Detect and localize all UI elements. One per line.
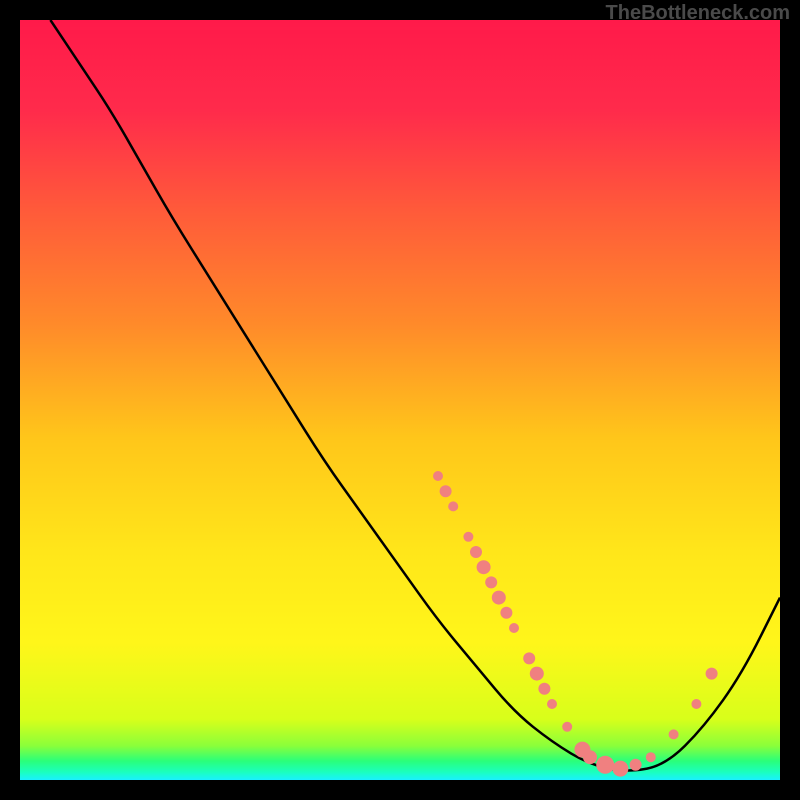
bottleneck-curve bbox=[50, 20, 780, 771]
curve-layer bbox=[20, 20, 780, 780]
data-point bbox=[477, 560, 491, 574]
data-point bbox=[530, 667, 544, 681]
data-points-group bbox=[433, 471, 718, 777]
data-point bbox=[440, 485, 452, 497]
data-point bbox=[583, 750, 597, 764]
data-point bbox=[547, 699, 557, 709]
data-point bbox=[448, 501, 458, 511]
data-point bbox=[492, 591, 506, 605]
plot-area bbox=[20, 20, 780, 780]
data-point bbox=[562, 722, 572, 732]
data-point bbox=[463, 532, 473, 542]
data-point bbox=[523, 652, 535, 664]
data-point bbox=[612, 761, 628, 777]
chart-container: TheBottleneck.com bbox=[0, 0, 800, 800]
data-point bbox=[509, 623, 519, 633]
data-point bbox=[470, 546, 482, 558]
data-point bbox=[630, 759, 642, 771]
data-point bbox=[669, 729, 679, 739]
data-point bbox=[706, 668, 718, 680]
data-point bbox=[691, 699, 701, 709]
data-point bbox=[485, 576, 497, 588]
data-point bbox=[433, 471, 443, 481]
data-point bbox=[596, 756, 614, 774]
data-point bbox=[500, 607, 512, 619]
data-point bbox=[646, 752, 656, 762]
data-point bbox=[538, 683, 550, 695]
